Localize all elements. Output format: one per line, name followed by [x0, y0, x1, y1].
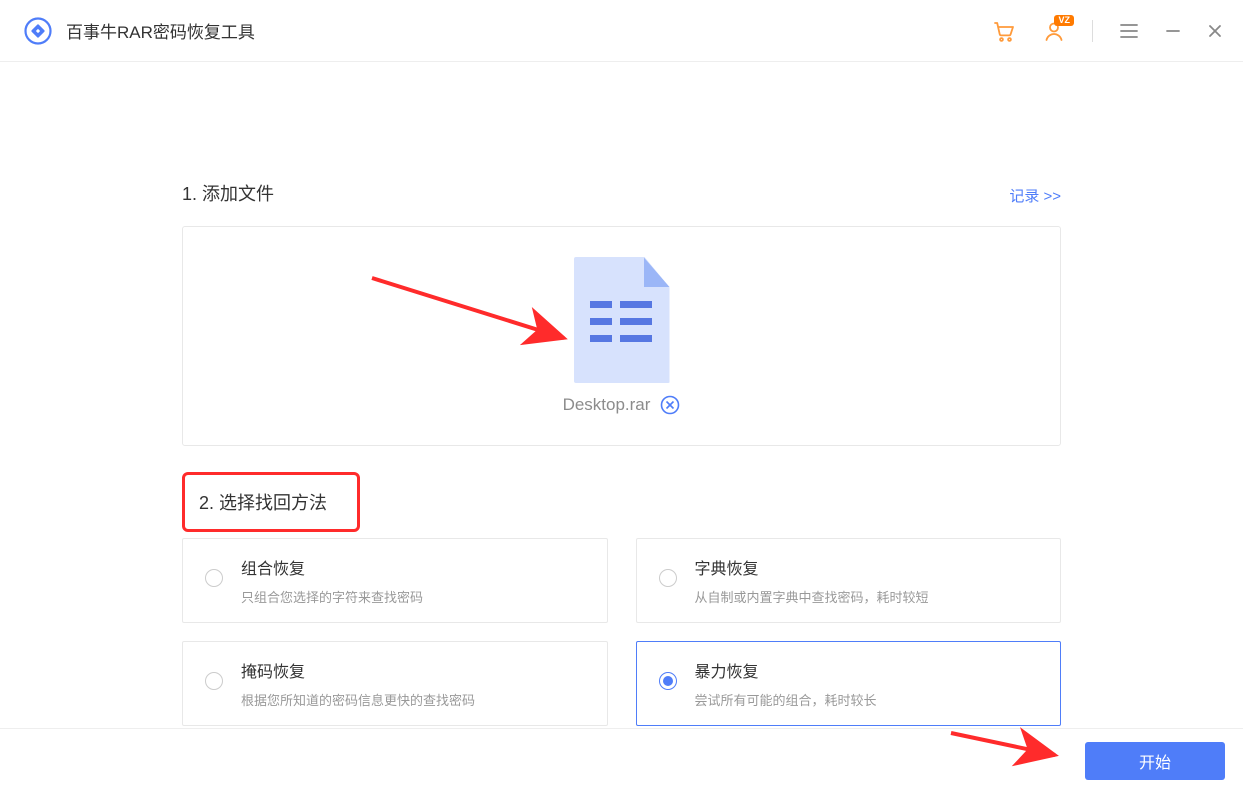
footer-bar: 开始 [0, 728, 1243, 793]
cart-icon[interactable] [992, 19, 1016, 43]
step1-title: 1. 添加文件 [182, 180, 274, 206]
method-desc: 尝试所有可能的组合，耗时较长 [695, 690, 877, 709]
header-toolbar: VZ [992, 19, 1223, 43]
method-dictionary[interactable]: 字典恢复 从自制或内置字典中查找密码，耗时较短 [636, 538, 1062, 623]
method-desc: 从自制或内置字典中查找密码，耗时较短 [695, 587, 929, 606]
file-icon [574, 257, 670, 383]
method-title: 组合恢复 [241, 555, 423, 579]
radio-icon [205, 569, 223, 587]
method-grid: 组合恢复 只组合您选择的字符来查找密码 字典恢复 从自制或内置字典中查找密码，耗… [182, 538, 1061, 726]
method-bruteforce[interactable]: 暴力恢复 尝试所有可能的组合，耗时较长 [636, 641, 1062, 726]
remove-file-icon[interactable] [660, 395, 680, 415]
method-combination[interactable]: 组合恢复 只组合您选择的字符来查找密码 [182, 538, 608, 623]
minimize-icon[interactable] [1165, 23, 1181, 39]
close-icon[interactable] [1207, 23, 1223, 39]
records-link[interactable]: 记录 >> [1009, 185, 1061, 206]
method-mask[interactable]: 掩码恢复 根据您所知道的密码信息更快的查找密码 [182, 641, 608, 726]
step2-title: 2. 选择找回方法 [199, 489, 327, 515]
radio-icon [205, 672, 223, 690]
app-header: 百事牛RAR密码恢复工具 VZ [0, 0, 1243, 62]
menu-icon[interactable] [1119, 23, 1139, 39]
user-badge: VZ [1054, 15, 1074, 26]
step2-highlight-box: 2. 选择找回方法 [182, 472, 360, 532]
user-icon[interactable]: VZ [1042, 19, 1066, 43]
file-name-label: Desktop.rar [563, 395, 651, 415]
toolbar-divider [1092, 20, 1093, 42]
method-desc: 只组合您选择的字符来查找密码 [241, 587, 423, 606]
app-title: 百事牛RAR密码恢复工具 [66, 18, 255, 43]
method-desc: 根据您所知道的密码信息更快的查找密码 [241, 690, 475, 709]
method-title: 字典恢复 [695, 555, 929, 579]
radio-icon [659, 569, 677, 587]
radio-icon [659, 672, 677, 690]
method-title: 暴力恢复 [695, 658, 877, 682]
method-title: 掩码恢复 [241, 658, 475, 682]
start-button[interactable]: 开始 [1085, 742, 1225, 780]
file-drop-area[interactable]: Desktop.rar [182, 226, 1061, 446]
app-logo [24, 17, 52, 45]
